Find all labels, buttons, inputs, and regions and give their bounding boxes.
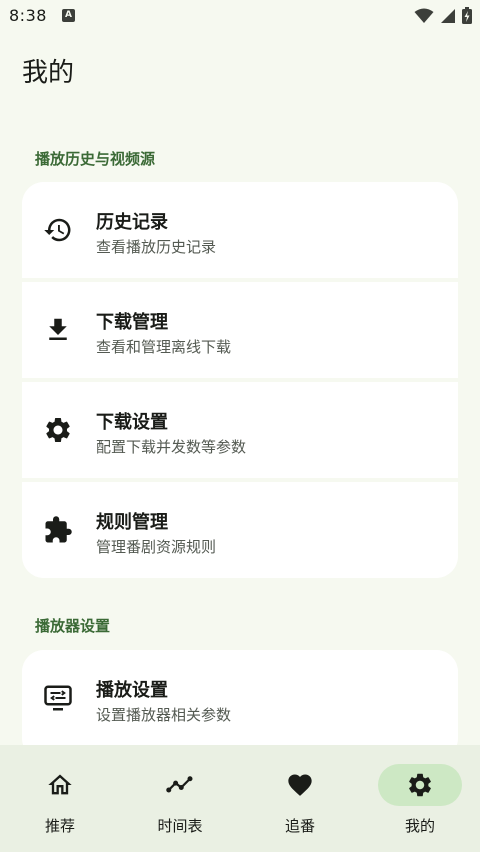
battery-icon — [462, 7, 472, 24]
home-icon — [18, 764, 102, 806]
nav-label: 时间表 — [157, 817, 203, 835]
menu-item-title: 下载管理 — [96, 312, 168, 333]
menu-item-subtitle: 管理番剧资源规则 — [96, 538, 217, 556]
menu-item-history[interactable]: 历史记录 查看播放历史记录 — [22, 182, 458, 278]
nav-label: 追番 — [284, 817, 315, 835]
menu-item-rule-manager[interactable]: 规则管理 管理番剧资源规则 — [22, 478, 458, 578]
nav-tab-recommend[interactable]: 推荐 — [0, 745, 120, 852]
menu-item-title: 下载设置 — [96, 412, 168, 433]
history-icon — [42, 214, 74, 246]
nav-tab-schedule[interactable]: 时间表 — [120, 745, 240, 852]
menu-item-title: 历史记录 — [96, 212, 168, 233]
menu-item-subtitle: 查看和管理离线下载 — [96, 338, 232, 356]
menu-item-title: 播放设置 — [96, 680, 168, 701]
section-header-history-sources: 播放历史与视频源 — [35, 150, 156, 168]
puzzle-icon — [42, 514, 74, 546]
status-indicators — [414, 7, 472, 24]
wifi-icon — [414, 8, 434, 23]
menu-item-download-settings[interactable]: 下载设置 配置下载并发数等参数 — [22, 378, 458, 478]
nav-tab-following[interactable]: 追番 — [240, 745, 360, 852]
player-settings-icon — [42, 682, 74, 714]
menu-item-download-manager[interactable]: 下载管理 查看和管理离线下载 — [22, 278, 458, 378]
menu-item-title: 规则管理 — [96, 512, 168, 533]
status-time: 8:38 — [9, 6, 47, 25]
menu-item-subtitle: 查看播放历史记录 — [96, 238, 217, 256]
nav-tab-mine[interactable]: 我的 — [360, 745, 480, 852]
signal-icon — [441, 8, 455, 23]
menu-item-subtitle: 配置下载并发数等参数 — [96, 438, 247, 456]
gear-icon — [42, 414, 74, 446]
heart-icon — [258, 764, 342, 806]
nav-label: 推荐 — [44, 817, 75, 835]
menu-item-playback-settings[interactable]: 播放设置 设置播放器相关参数 — [22, 650, 458, 746]
download-icon — [42, 314, 74, 346]
menu-item-subtitle: 设置播放器相关参数 — [96, 706, 232, 724]
nav-label: 我的 — [404, 817, 435, 835]
page-title: 我的 — [22, 58, 75, 88]
timeline-icon — [138, 764, 222, 806]
notification-icon: A — [62, 9, 75, 22]
section-header-player-settings: 播放器设置 — [35, 617, 111, 635]
gear-icon — [378, 764, 462, 806]
bottom-navigation: 推荐 时间表 追番 我的 — [0, 745, 480, 852]
status-bar: 8:38 A — [0, 0, 480, 32]
history-sources-card: 历史记录 查看播放历史记录 下载管理 查看和管理离线下载 下载设置 配置下载并发… — [22, 182, 458, 578]
player-settings-card: 播放设置 设置播放器相关参数 — [22, 650, 458, 760]
